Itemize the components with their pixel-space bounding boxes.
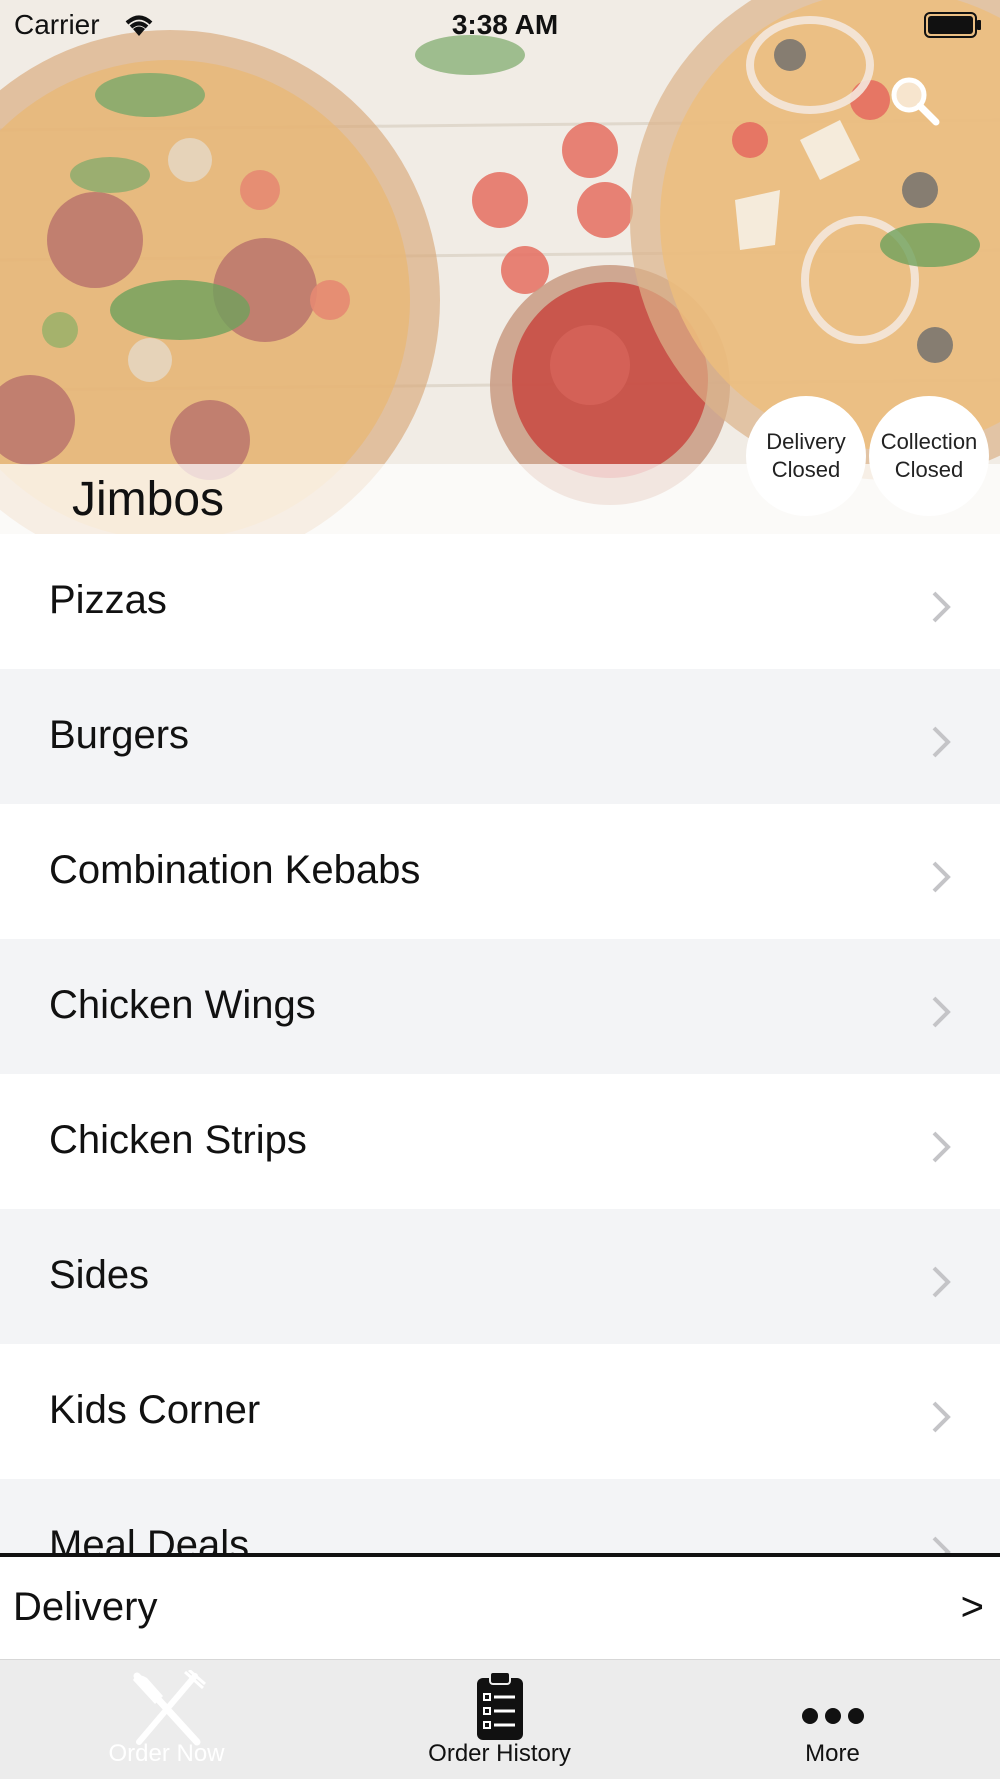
collection-badge-line1: Collection [880, 429, 978, 454]
menu-item-label: Meal Deals [49, 1523, 250, 1553]
menu-item-label: Kids Corner [49, 1388, 261, 1432]
menu-item-kids-corner[interactable]: Kids Corner [0, 1344, 1000, 1479]
chevron-right-icon [932, 1536, 951, 1553]
menu-item-combination-kebabs[interactable]: Combination Kebabs [0, 804, 1000, 939]
status-bar: Carrier 3:38 AM [0, 0, 1000, 50]
order-mode-label: Delivery [13, 1585, 158, 1629]
menu-item-pizzas[interactable]: Pizzas [0, 534, 1000, 669]
collection-badge-line2: Closed [894, 457, 964, 482]
menu-item-label: Sides [49, 1253, 150, 1297]
chevron-right-icon [932, 861, 951, 893]
menu-item-chicken-wings[interactable]: Chicken Wings [0, 939, 1000, 1074]
tab-order-history[interactable]: Order History [333, 1660, 666, 1779]
more-dots-icon [801, 1708, 864, 1724]
chevron-right-icon [932, 1401, 951, 1433]
tab-order-history-label: Order History [428, 1740, 571, 1767]
menu-item-label: Combination Kebabs [49, 848, 421, 892]
tab-order-now-label: Order Now [108, 1740, 225, 1767]
menu-item-meal-deals[interactable]: Meal Deals [0, 1479, 1000, 1553]
chevron-right-icon [932, 1266, 951, 1298]
delivery-badge-line2: Closed [771, 457, 841, 482]
tab-order-now[interactable]: Order Now [0, 1660, 333, 1779]
tab-more-label: More [805, 1740, 860, 1767]
chevron-right-icon [932, 1131, 951, 1163]
chevron-right-icon [932, 996, 951, 1028]
chevron-right-icon [932, 591, 951, 623]
menu-item-burgers[interactable]: Burgers [0, 669, 1000, 804]
menu-item-label: Chicken Strips [49, 1118, 307, 1162]
search-icon[interactable] [888, 74, 942, 133]
tab-bar: Order Now Order History More [0, 1659, 1000, 1779]
fork-knife-icon [132, 1670, 206, 1746]
chevron-right-icon [932, 726, 951, 758]
order-mode-selector[interactable]: Delivery > [0, 1557, 1000, 1659]
menu-item-label: Chicken Wings [49, 983, 316, 1027]
clipboard-list-icon [476, 1671, 523, 1740]
delivery-status-badge: Delivery Closed [746, 396, 866, 516]
battery-icon [924, 12, 982, 45]
restaurant-name: Jimbos [72, 473, 225, 526]
tab-more[interactable]: More [666, 1660, 999, 1779]
status-time: 3:38 AM [451, 9, 559, 40]
menu-category-list[interactable]: Pizzas Burgers Combination Kebabs Chicke… [0, 534, 1000, 1553]
menu-item-sides[interactable]: Sides [0, 1209, 1000, 1344]
menu-item-chicken-strips[interactable]: Chicken Strips [0, 1074, 1000, 1209]
menu-item-label: Pizzas [49, 578, 167, 622]
collection-status-badge: Collection Closed [869, 396, 989, 516]
menu-item-label: Burgers [49, 713, 190, 757]
hero-banner: Carrier 3:38 AM Jimbos Delivery Closed C… [0, 0, 1000, 534]
delivery-badge-line1: Delivery [766, 429, 846, 454]
order-mode-arrow: > [960, 1585, 984, 1629]
